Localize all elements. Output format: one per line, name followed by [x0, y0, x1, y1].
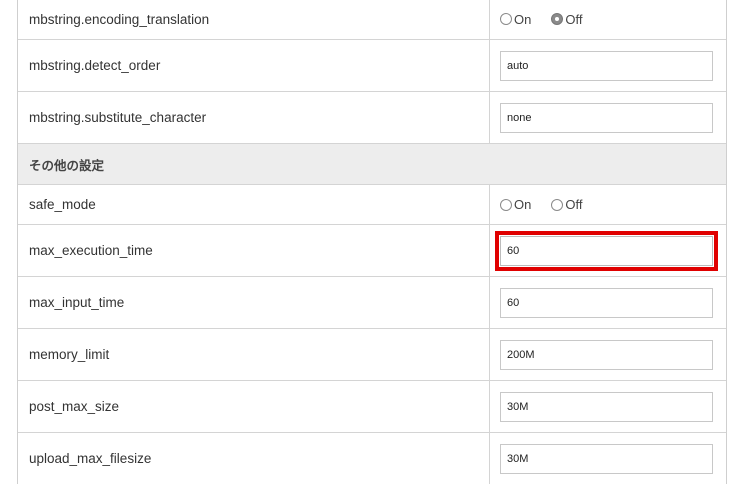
setting-value: 30M: [490, 433, 726, 484]
setting-value: 60: [490, 277, 726, 328]
settings-row-max-input-time: max_input_time 60: [18, 276, 726, 328]
settings-row-upload-max-filesize: upload_max_filesize 30M: [18, 432, 726, 484]
setting-label: mbstring.substitute_character: [18, 92, 490, 143]
safe-mode-on-option[interactable]: On: [500, 197, 531, 212]
radio-checked-icon[interactable]: [551, 13, 564, 25]
setting-value: 200M: [490, 329, 726, 380]
setting-label: mbstring.detect_order: [18, 40, 490, 91]
setting-value: 30M: [490, 381, 726, 432]
setting-value: On Off: [490, 0, 726, 39]
setting-value: none: [490, 92, 726, 143]
radio-label: Off: [565, 197, 583, 212]
safe-mode-radio-group: On Off: [500, 197, 602, 212]
settings-row-max-execution-time: max_execution_time 60: [18, 224, 726, 276]
post-max-size-input[interactable]: 30M: [500, 391, 713, 422]
setting-value: On Off: [490, 185, 726, 224]
settings-row-detect-order: mbstring.detect_order auto: [18, 39, 726, 91]
setting-label: post_max_size: [18, 381, 490, 432]
memory-limit-input[interactable]: 200M: [500, 339, 713, 370]
settings-row-encoding-translation: mbstring.encoding_translation On Off: [18, 0, 726, 39]
settings-row-substitute-character: mbstring.substitute_character none: [18, 91, 726, 143]
setting-label: max_execution_time: [18, 225, 490, 276]
max-input-time-input[interactable]: 60: [500, 287, 713, 318]
radio-unchecked-icon[interactable]: [551, 198, 564, 211]
setting-value: auto: [490, 40, 726, 91]
settings-row-memory-limit: memory_limit 200M: [18, 328, 726, 380]
encoding-translation-on-option[interactable]: On: [500, 12, 531, 27]
setting-label: mbstring.encoding_translation: [18, 0, 490, 39]
encoding-translation-radio-group: On Off: [500, 12, 602, 27]
php-settings-table: mbstring.encoding_translation On Off mbs…: [17, 0, 727, 484]
upload-max-filesize-input[interactable]: 30M: [500, 443, 713, 474]
settings-row-post-max-size: post_max_size 30M: [18, 380, 726, 432]
encoding-translation-off-option[interactable]: Off: [551, 12, 582, 27]
detect-order-input[interactable]: auto: [500, 50, 713, 81]
setting-label: upload_max_filesize: [18, 433, 490, 484]
radio-label: Off: [565, 11, 583, 27]
setting-label: max_input_time: [18, 277, 490, 328]
max-execution-time-input[interactable]: 60: [495, 230, 718, 271]
setting-label: memory_limit: [18, 329, 490, 380]
setting-label: safe_mode: [18, 185, 490, 224]
radio-label: On: [514, 11, 532, 27]
radio-unchecked-icon[interactable]: [500, 13, 512, 25]
settings-row-safe-mode: safe_mode On Off: [18, 184, 726, 224]
safe-mode-off-option[interactable]: Off: [551, 197, 582, 212]
section-header-other-settings: その他の設定: [18, 143, 726, 184]
radio-unchecked-icon[interactable]: [500, 198, 512, 211]
radio-label: On: [514, 197, 532, 212]
setting-value-highlighted: 60: [490, 225, 726, 276]
substitute-character-input[interactable]: none: [500, 102, 713, 133]
